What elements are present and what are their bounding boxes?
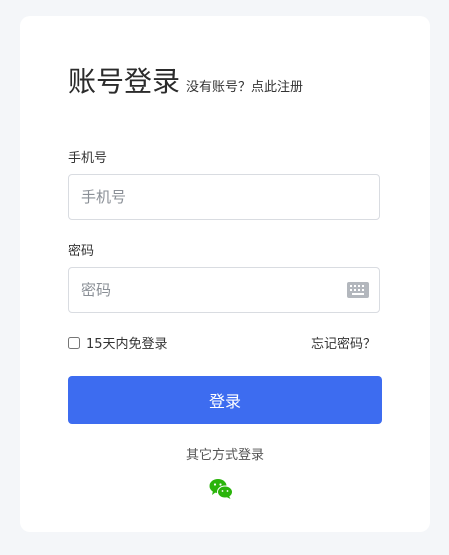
login-button[interactable]: 登录 xyxy=(68,376,382,424)
title-row: 账号登录 没有账号？点此注册 xyxy=(68,66,303,98)
login-card: 账号登录 没有账号？点此注册 手机号 密码 15天内免登录 忘记密码？ 登录 其… xyxy=(20,16,430,532)
page-title: 账号登录 xyxy=(68,65,181,98)
keyboard-icon[interactable] xyxy=(347,282,369,298)
password-label: 密码 xyxy=(68,244,95,259)
remember-me[interactable]: 15天内免登录 xyxy=(68,333,168,352)
remember-label: 15天内免登录 xyxy=(86,337,168,352)
phone-input[interactable] xyxy=(68,174,380,220)
signup-link[interactable]: 没有账号？点此注册 xyxy=(186,76,303,95)
other-methods-label: 其它方式登录 xyxy=(185,448,264,463)
remember-checkbox[interactable] xyxy=(68,336,80,349)
wechat-icon[interactable] xyxy=(209,478,233,500)
phone-label: 手机号 xyxy=(68,151,108,166)
password-input[interactable] xyxy=(68,267,380,313)
forgot-password-link[interactable]: 忘记密码？ xyxy=(311,333,376,352)
